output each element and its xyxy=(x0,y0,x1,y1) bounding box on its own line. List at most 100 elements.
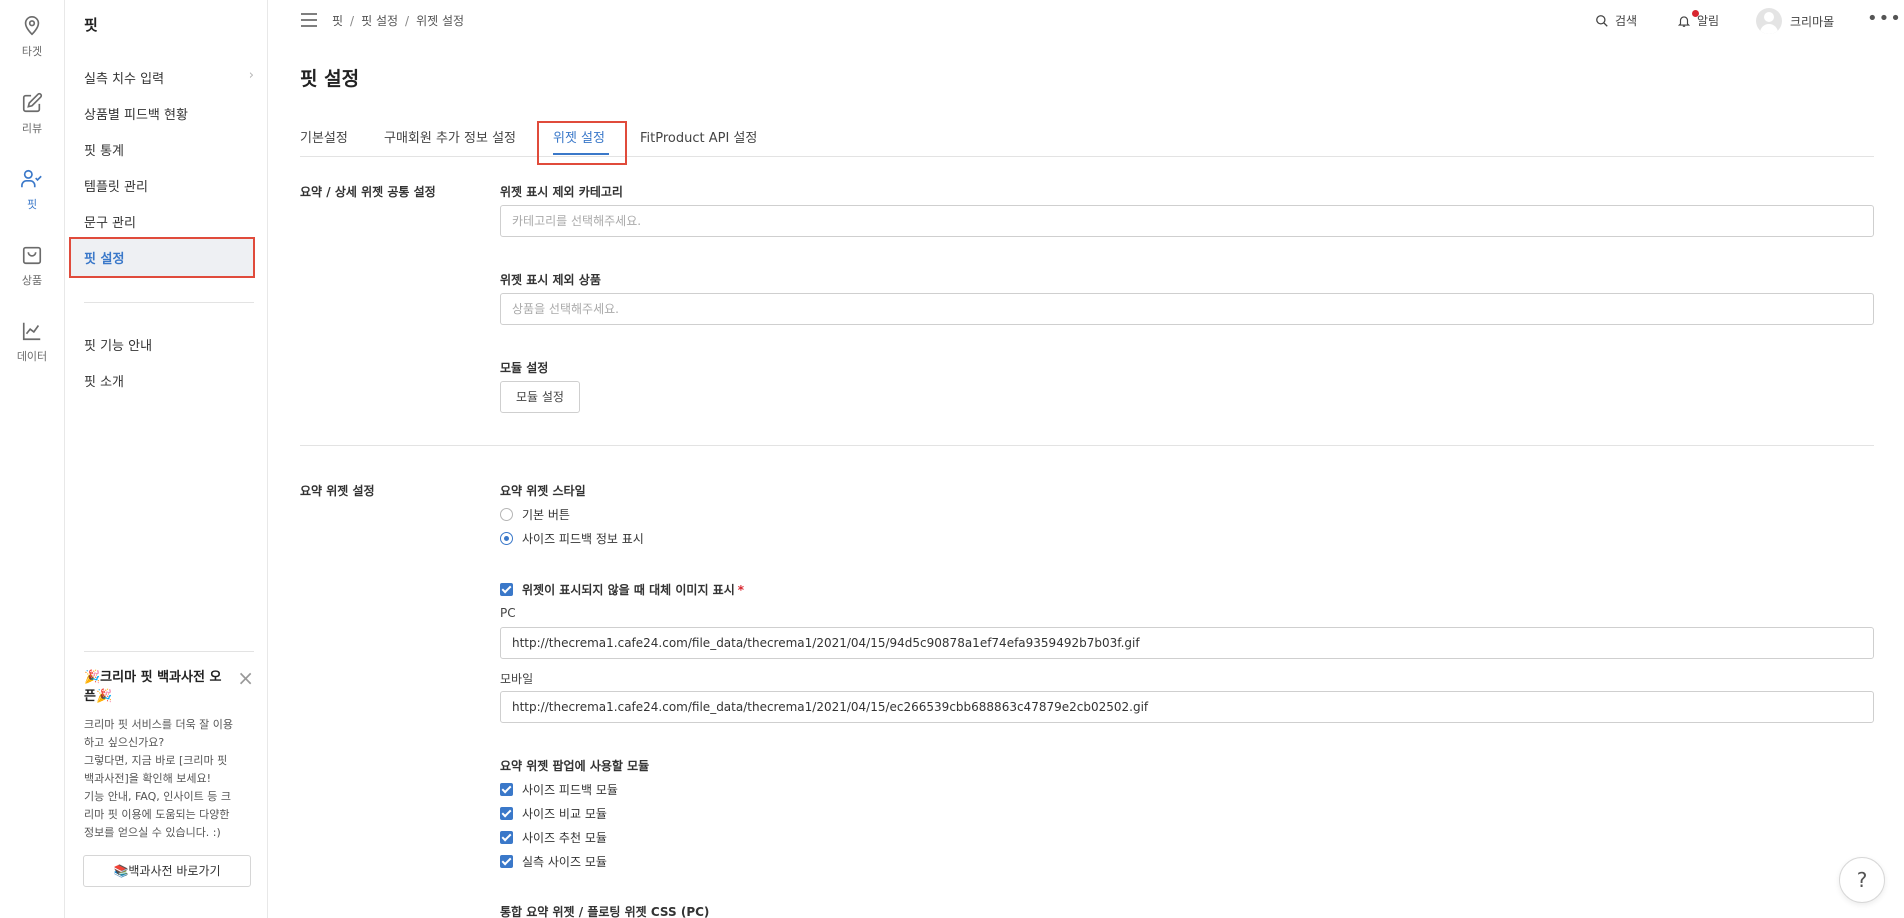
exclude-product-select[interactable]: 상품을 선택해주세요. xyxy=(500,293,1874,325)
active-tab-underline xyxy=(553,153,609,155)
subnav-item-label: 핏 기능 안내 xyxy=(84,339,153,354)
avatar xyxy=(1756,8,1782,34)
rail-item-target[interactable]: 타겟 xyxy=(0,15,64,59)
checkbox-label: 사이즈 비교 모듈 xyxy=(522,807,607,821)
shopping-bag-icon xyxy=(22,246,42,265)
user-menu[interactable]: 크리마몰 xyxy=(1756,8,1834,34)
module-checkbox-size-recommend[interactable]: 사이즈 추천 모듈 xyxy=(500,829,607,846)
breadcrumb-separator: / xyxy=(405,14,410,28)
chevron-right-icon: › xyxy=(248,68,254,83)
search-label: 검색 xyxy=(1615,14,1638,28)
radio-control[interactable] xyxy=(500,532,513,545)
radio-control[interactable] xyxy=(500,508,513,521)
search-icon xyxy=(1596,15,1608,27)
promo-card: 🎉크리마 핏 백과사전 오픈🎉 × 크리마 핏 서비스를 더욱 잘 이용 하고 … xyxy=(83,651,254,887)
subnav-item-label: 문구 관리 xyxy=(84,216,136,231)
subnav-item-fit-intro[interactable]: 핏 소개 xyxy=(84,371,254,390)
alerts-label: 알림 xyxy=(1697,14,1720,28)
tab-bar: 기본설정 구매회원 추가 정보 설정 위젯 설정 FitProduct API … xyxy=(300,121,1874,165)
subnav-item-template[interactable]: 템플릿 관리 xyxy=(84,176,254,195)
edit-icon xyxy=(22,92,43,113)
section-label-common: 요약 / 상세 위젯 공통 설정 xyxy=(300,185,436,199)
breadcrumb: 핏 / 핏 설정 / 위젯 설정 xyxy=(332,12,464,29)
promo-body: 크리마 핏 서비스를 더욱 잘 이용 하고 싶으신가요? 그렇다면, 지금 바로… xyxy=(84,716,254,842)
rail-label-review: 리뷰 xyxy=(21,122,43,135)
pc-label: PC xyxy=(500,606,516,620)
required-mark: * xyxy=(737,583,745,597)
breadcrumb-item[interactable]: 핏 설정 xyxy=(361,14,398,28)
alerts-button[interactable]: 알림 xyxy=(1677,10,1720,29)
tab-fitproduct-api[interactable]: FitProduct API 설정 xyxy=(640,127,757,146)
rail-label-target: 타겟 xyxy=(21,45,43,58)
subnav-item-fit-stats[interactable]: 핏 통계 xyxy=(84,140,254,159)
rail-item-review[interactable]: 리뷰 xyxy=(0,92,64,136)
close-icon[interactable]: × xyxy=(237,668,254,688)
summary-style-label: 요약 위젯 스타일 xyxy=(500,484,586,498)
rail-label-fit: 핏 xyxy=(26,198,38,211)
checkbox-control[interactable] xyxy=(500,807,513,820)
radio-basic-button[interactable]: 기본 버튼 xyxy=(500,506,570,523)
promo-line: 리마 핏 이용에 도움되는 다양한 xyxy=(84,808,230,821)
top-bar: 핏 / 핏 설정 / 위젯 설정 검색 알림 크리마몰 ••• xyxy=(269,0,1904,42)
tab-basic-settings[interactable]: 기본설정 xyxy=(300,127,348,146)
module-checkbox-size-compare[interactable]: 사이즈 비교 모듈 xyxy=(500,805,607,822)
checkbox-control[interactable] xyxy=(500,855,513,868)
menu-icon[interactable] xyxy=(301,13,317,31)
module-settings-label: 모듈 설정 xyxy=(500,361,549,375)
module-checkbox-size-feedback[interactable]: 사이즈 피드백 모듈 xyxy=(500,781,618,798)
promo-line: 정보를 얻으실 수 있습니다. :) xyxy=(84,826,221,839)
css-pc-label: 통합 요약 위젯 / 플로팅 위젯 CSS (PC) xyxy=(500,905,710,918)
subnav-item-label: 핏 소개 xyxy=(84,375,125,390)
exclude-category-select[interactable]: 카테고리를 선택해주세요. xyxy=(500,205,1874,237)
rail-item-product[interactable]: 상품 xyxy=(0,244,64,288)
rail-item-fit[interactable]: 핏 xyxy=(0,168,64,212)
tab-member-info-settings[interactable]: 구매회원 추가 정보 설정 xyxy=(384,127,516,146)
help-button[interactable]: ? xyxy=(1839,857,1885,903)
search-button[interactable]: 검색 xyxy=(1595,12,1637,29)
mobile-image-url-input[interactable]: http://thecrema1.cafe24.com/file_data/th… xyxy=(500,691,1874,723)
exclude-product-label: 위젯 표시 제외 상품 xyxy=(500,273,601,287)
map-pin-icon xyxy=(24,16,40,36)
icon-rail: 타겟 리뷰 핏 상품 데이터 xyxy=(0,0,65,918)
pc-image-url-input[interactable]: http://thecrema1.cafe24.com/file_data/th… xyxy=(500,627,1874,659)
exclude-category-label: 위젯 표시 제외 카테고리 xyxy=(500,185,623,199)
subnav-item-label: 핏 통계 xyxy=(84,144,125,159)
subnav-item-fit-settings[interactable]: 핏 설정 xyxy=(84,248,254,267)
fallback-image-checkbox[interactable]: 위젯이 표시되지 않을 때 대체 이미지 표시 * xyxy=(500,581,744,598)
rail-item-data[interactable]: 데이터 xyxy=(0,320,64,364)
rail-label-product: 상품 xyxy=(21,274,43,287)
breadcrumb-item[interactable]: 핏 xyxy=(332,14,343,28)
subnav-item-phrases[interactable]: 문구 관리 xyxy=(84,212,254,231)
more-icon[interactable]: ••• xyxy=(1867,8,1902,29)
promo-line: 기능 안내, FAQ, 인사이트 등 크 xyxy=(84,790,231,803)
user-check-icon xyxy=(21,169,42,188)
module-settings-button[interactable]: 모듈 설정 xyxy=(500,381,580,413)
subnav-item-label: 핏 설정 xyxy=(84,252,125,267)
subnav-item-feedback-status[interactable]: 상품별 피드백 현황 xyxy=(84,104,254,123)
subnav-title: 핏 xyxy=(84,16,98,34)
radio-size-feedback[interactable]: 사이즈 피드백 정보 표시 xyxy=(500,530,644,547)
sub-navigation: 핏 실측 치수 입력 › 상품별 피드백 현황 핏 통계 템플릿 관리 문구 관… xyxy=(65,0,268,918)
section-label-summary: 요약 위젯 설정 xyxy=(300,484,375,498)
promo-line: 하고 싶으신가요? xyxy=(84,736,165,749)
promo-title: 🎉크리마 핏 백과사전 오픈🎉 xyxy=(84,670,222,704)
promo-line: 그렇다면, 지금 바로 [크리마 핏 xyxy=(84,754,228,767)
encyclopedia-button[interactable]: 📚백과사전 바로가기 xyxy=(83,855,251,887)
popup-modules-label: 요약 위젯 팝업에 사용할 모듈 xyxy=(500,759,650,773)
line-chart-icon xyxy=(22,322,41,341)
promo-line: 백과사전]을 확인해 보세요! xyxy=(84,772,212,785)
subnav-divider xyxy=(84,302,254,303)
rail-label-data: 데이터 xyxy=(16,350,48,363)
subnav-item-label: 상품별 피드백 현황 xyxy=(84,108,188,123)
checkbox-control[interactable] xyxy=(500,831,513,844)
module-checkbox-measured-size[interactable]: 실측 사이즈 모듈 xyxy=(500,853,607,870)
breadcrumb-separator: / xyxy=(350,14,355,28)
checkbox-control[interactable] xyxy=(500,583,513,596)
subnav-item-fit-guide[interactable]: 핏 기능 안내 xyxy=(84,335,254,354)
radio-label: 사이즈 피드백 정보 표시 xyxy=(522,532,644,546)
breadcrumb-current: 위젯 설정 xyxy=(416,14,465,28)
subnav-item-label: 실측 치수 입력 xyxy=(84,72,165,87)
checkbox-control[interactable] xyxy=(500,783,513,796)
subnav-item-measurement-input[interactable]: 실측 치수 입력 › xyxy=(84,68,254,87)
tab-widget-settings[interactable]: 위젯 설정 xyxy=(553,127,605,146)
